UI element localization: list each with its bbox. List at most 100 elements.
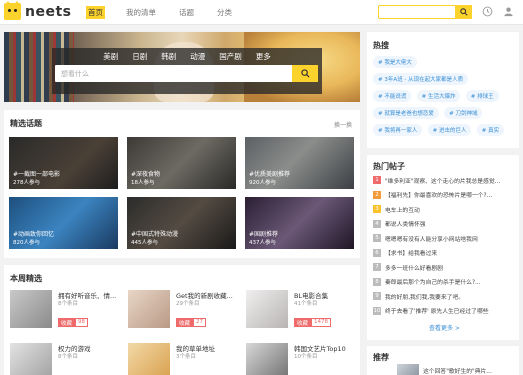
list-item[interactable]: Get我的新剧收藏... 29个条目 收藏 27 xyxy=(128,290,246,328)
header-search-input[interactable] xyxy=(378,5,472,19)
rank-badge: 6 xyxy=(373,248,381,257)
hot-tag[interactable]: # 生活大爆炸 xyxy=(416,90,461,102)
post-item[interactable]: 10 终于去看了'推荐' 原先人生已经过了哪些 xyxy=(373,306,513,316)
topic-card[interactable]: #中国式特殊动漫 445人参与 xyxy=(127,197,236,249)
favorite-badge[interactable]: 收藏 1478 xyxy=(294,318,332,327)
cat-logo-icon xyxy=(4,1,21,20)
post-item[interactable]: 1 "维多利亚"观察、这个走心的片我总是感觉... xyxy=(373,175,513,185)
list-cover xyxy=(128,290,170,328)
nav-my-list[interactable]: 我的清单 xyxy=(124,6,158,19)
top-header: neets 首页 我的清单 话题 分类 xyxy=(0,0,523,25)
header-search-button[interactable] xyxy=(455,5,472,19)
hot-tag[interactable]: # 我是大佬大 xyxy=(373,56,417,68)
post-title: 多多一班什么好看剧剧 xyxy=(385,265,443,272)
refresh-link[interactable]: 换一换 xyxy=(334,120,352,129)
main-nav: 首页 我的清单 话题 分类 xyxy=(86,6,253,19)
list-cover xyxy=(246,290,288,328)
list-item[interactable]: 拥有好听音乐、情... 8个条目 收藏 98 xyxy=(10,290,128,328)
list-item[interactable]: 权力的游戏 8个条目 xyxy=(10,343,128,375)
topic-caption: #动画致你回忆 xyxy=(13,231,55,238)
category-kr-drama[interactable]: 韩剧 xyxy=(161,51,176,62)
category-anime[interactable]: 动漫 xyxy=(190,51,205,62)
hot-tag[interactable]: # 排球王 xyxy=(465,90,499,102)
hero-banner: 美剧 日剧 韩剧 动漫 国产剧 更多 想看什么 xyxy=(4,32,360,102)
recommend-card: 推荐 这个回答"歌好生的"典片... xyxy=(367,346,519,375)
rank-badge: 9 xyxy=(373,292,381,300)
hot-tag[interactable]: # 我将再一家人 xyxy=(373,124,423,136)
post-item[interactable]: 3 电车上的互动 xyxy=(373,204,513,214)
featured-topics-card: 精选话题 换一换 #一截图一部电影 278人参与 #深夜食物 18人参与 #优质… xyxy=(4,110,360,258)
post-item[interactable]: 8 秦郎最后那个为自己的杀手是什么?... xyxy=(373,277,513,287)
topic-card[interactable]: #优质美剧推荐 920人参与 xyxy=(245,137,354,189)
recommend-title[interactable]: 这个回答"歌好生的"典片... xyxy=(423,366,492,375)
section-title: 本周精选 xyxy=(10,274,42,283)
topic-card[interactable]: #一截图一部电影 278人参与 xyxy=(9,137,118,189)
rank-badge: 8 xyxy=(373,277,381,286)
category-jp-drama[interactable]: 日剧 xyxy=(132,51,147,62)
topic-caption: #国剧推荐 xyxy=(249,231,279,238)
hot-tag[interactable]: # 进击的巨人 xyxy=(427,124,472,136)
hot-tag[interactable]: # 刀剑神域 xyxy=(444,107,483,119)
category-us-drama[interactable]: 美剧 xyxy=(103,51,118,62)
post-item[interactable]: 4 都说人类情怀强 xyxy=(373,219,513,229)
post-title: 都说人类情怀强 xyxy=(385,222,426,228)
list-cover xyxy=(246,343,288,375)
hot-tag[interactable]: # 不能说谎 xyxy=(373,90,412,102)
topic-participants: 437人参与 xyxy=(249,240,276,246)
topic-caption: #深夜食物 xyxy=(131,171,161,178)
list-count: 10个条目 xyxy=(294,354,318,360)
logo-text: neets xyxy=(25,3,72,20)
post-item[interactable]: 2 【福利先】你最喜欢的恐怖片是哪一个?... xyxy=(373,190,513,200)
topic-card[interactable]: #动画致你回忆 820人参与 xyxy=(9,197,118,249)
weekly-picks-card: 本周精选 拥有好听音乐、情... 8个条目 收藏 98 Get我的新剧收藏... … xyxy=(4,265,360,375)
post-title: 终于去看了'推荐' 原先人生已经过了哪些 xyxy=(385,309,489,315)
category-links: 美剧 日剧 韩剧 动漫 国产剧 更多 xyxy=(52,51,322,62)
post-item[interactable]: 6 【求书】给我看过来 xyxy=(373,248,513,258)
nav-categories[interactable]: 分类 xyxy=(215,6,234,19)
section-title: 精选话题 xyxy=(10,119,42,128)
post-title: 电车上的互动 xyxy=(385,207,420,214)
topic-card[interactable]: #国剧推荐 437人参与 xyxy=(245,197,354,249)
view-more-link[interactable]: 查看更多 > xyxy=(429,323,460,332)
list-count: 8个条目 xyxy=(58,354,78,360)
post-item[interactable]: 5 嗯嗯嗯有没有人能分享小网站啥我网 xyxy=(373,233,513,243)
category-cn-drama[interactable]: 国产剧 xyxy=(219,51,242,62)
banner-search-input[interactable]: 想看什么 xyxy=(55,65,318,82)
history-icon[interactable] xyxy=(482,6,493,17)
rank-badge: 10 xyxy=(373,306,381,315)
nav-topics[interactable]: 话题 xyxy=(177,6,196,19)
hot-tag[interactable]: # 3年A班 - 从现在起大家都是人质 xyxy=(373,73,469,85)
post-item[interactable]: 7 多多一班什么好看剧剧 xyxy=(373,262,513,272)
topic-card[interactable]: #深夜食物 18人参与 xyxy=(127,137,236,189)
post-title: 嗯嗯嗯有没有人能分享小网站啥我网 xyxy=(385,236,478,243)
favorite-badge[interactable]: 收藏 98 xyxy=(58,318,89,327)
list-item[interactable]: BL电影合集 41个条目 收藏 1478 xyxy=(246,290,364,328)
topic-caption: #中国式特殊动漫 xyxy=(131,231,179,238)
post-title: 我的好朋,我们我,我要来了吧。 xyxy=(385,294,465,301)
rank-badge: 5 xyxy=(373,234,381,242)
post-title: 【求书】给我看过来 xyxy=(385,251,438,257)
banner-search-button[interactable] xyxy=(292,65,318,82)
topic-participants: 18人参与 xyxy=(131,180,155,186)
post-title: "维多利亚"观察、这个走心的片我总是感觉... xyxy=(385,178,501,185)
list-cover xyxy=(128,343,170,375)
list-cover xyxy=(10,290,52,328)
user-icon[interactable] xyxy=(503,6,514,17)
nav-home[interactable]: 首页 xyxy=(86,6,105,19)
post-item[interactable]: 9 我的好朋,我们我,我要来了吧。 xyxy=(373,291,513,301)
list-cover xyxy=(10,343,52,375)
hot-tag[interactable]: # 就算是老爸也想恋爱 xyxy=(373,107,439,119)
list-count: 3个条目 xyxy=(176,354,196,360)
section-title: 热搜 xyxy=(373,41,389,50)
favorite-badge[interactable]: 收藏 27 xyxy=(176,318,207,327)
list-item[interactable]: 韩国文艺片Top10 10个条目 xyxy=(246,343,364,375)
logo[interactable]: neets xyxy=(4,1,72,20)
recommend-thumb xyxy=(397,364,419,375)
section-title: 推荐 xyxy=(373,353,389,362)
hot-tag[interactable]: # 真实 xyxy=(476,124,505,136)
list-count: 29个条目 xyxy=(176,301,200,307)
post-title: 【福利先】你最喜欢的恐怖片是哪一个?... xyxy=(385,193,493,199)
list-item[interactable]: 我的草单地址 3个条目 xyxy=(128,343,246,375)
search-placeholder: 想看什么 xyxy=(61,70,89,78)
category-more[interactable]: 更多 xyxy=(256,51,271,62)
